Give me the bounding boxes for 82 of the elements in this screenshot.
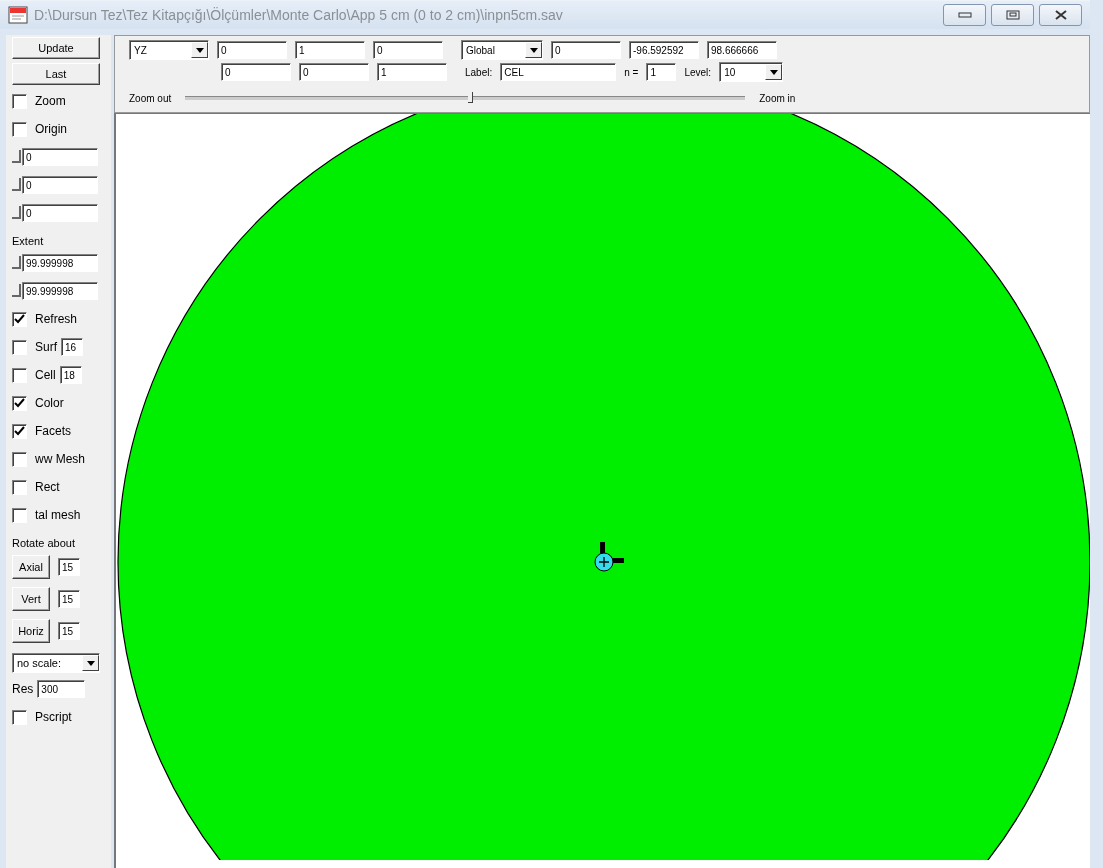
checkbox-label: Refresh [35, 312, 78, 326]
checkbox-label: Pscript [35, 710, 72, 724]
checkbox-label: Origin [35, 122, 67, 136]
input-field[interactable]: 0 [299, 63, 369, 81]
input-field[interactable]: 15 [58, 590, 80, 608]
checkmark-icon [14, 398, 25, 408]
scale-dropdown[interactable]: no scale: [12, 653, 100, 673]
checkbox-label: Color [35, 396, 64, 410]
input-field[interactable]: 99.999998 [22, 254, 98, 272]
slider-handle-icon[interactable] [12, 149, 22, 165]
input-field[interactable]: 98.666666 [707, 41, 777, 59]
rotate-button[interactable]: Horiz [12, 619, 50, 643]
checkbox[interactable] [12, 339, 27, 355]
origin-marker-icon [594, 542, 624, 572]
caret-icon [529, 47, 538, 53]
input-field[interactable]: 1 [295, 41, 365, 59]
checkbox[interactable] [12, 121, 27, 137]
input-field[interactable]: 0 [22, 204, 98, 222]
input-field[interactable]: 0 [217, 41, 287, 59]
maximize-icon [1005, 10, 1020, 20]
checkbox-label: Facets [35, 424, 71, 438]
field-label: Res [12, 682, 34, 696]
side-button[interactable]: Update [12, 37, 100, 59]
checkbox-label: Rect [35, 480, 60, 494]
rotate-button[interactable]: Vert [12, 587, 50, 611]
side-button[interactable]: Last [12, 63, 100, 85]
input-field[interactable]: 16 [61, 338, 83, 356]
frame-dropdown[interactable]: Global [461, 40, 543, 60]
input-field[interactable]: 15 [58, 558, 80, 576]
checkbox-label: tal mesh [35, 508, 81, 522]
level-dropdown[interactable]: 10 [719, 62, 784, 82]
checkmark-icon [14, 426, 25, 436]
checkbox-label: Cell [35, 368, 56, 382]
field-label: n = [624, 66, 639, 78]
maximize-button[interactable] [991, 4, 1034, 26]
input-field[interactable]: 18 [59, 366, 82, 384]
close-button[interactable] [1039, 4, 1082, 26]
field-label: Level: [684, 66, 712, 78]
window-title: D:\Dursun Tez\Tez Kitapçığı\Ölçümler\Monte Carlo\App 5 cm (0 to 2 cm)\inpn5cm.sav [34, 7, 564, 23]
caret-icon [86, 660, 95, 666]
input-field[interactable]: 1 [646, 63, 677, 81]
input-field[interactable]: 15 [58, 622, 80, 640]
input-field[interactable]: -96.592592 [629, 41, 699, 59]
input-field[interactable]: 0 [221, 63, 291, 81]
slider-handle-icon[interactable] [12, 255, 22, 271]
input-field[interactable]: 300 [37, 680, 86, 698]
checkbox-label: ww Mesh [35, 452, 85, 466]
input-field[interactable]: 0 [373, 41, 443, 59]
checkbox[interactable] [12, 451, 27, 467]
checkbox[interactable] [12, 93, 27, 109]
slider-handle-icon[interactable] [12, 283, 22, 299]
checkbox-label: Zoom [35, 94, 66, 108]
caret-icon [769, 69, 778, 75]
rotate-button[interactable]: Axial [12, 555, 50, 579]
checkbox[interactable] [12, 507, 27, 523]
input-field[interactable]: 0 [22, 176, 98, 194]
zoom-in-label: Zoom in [759, 92, 796, 104]
checkbox[interactable] [12, 709, 27, 725]
checkbox-label: Surf [35, 340, 57, 354]
section-label: Extent [12, 235, 44, 247]
field-label: Label: [465, 66, 493, 78]
input-field[interactable]: 0 [551, 41, 621, 59]
checkbox[interactable] [12, 479, 27, 495]
close-icon [1053, 10, 1068, 20]
slider-handle-icon[interactable] [12, 177, 22, 193]
document-icon [8, 6, 28, 24]
view-dropdown[interactable]: YZ [129, 40, 209, 60]
slider-handle-icon[interactable] [12, 205, 22, 221]
zoom-out-label: Zoom out [129, 92, 172, 104]
caret-icon [195, 47, 204, 53]
minimize-icon [957, 11, 972, 19]
checkmark-icon [14, 314, 25, 324]
minimize-button[interactable] [943, 4, 986, 26]
label-field[interactable]: CEL [500, 63, 617, 81]
checkbox[interactable] [12, 423, 27, 439]
checkbox[interactable] [12, 311, 27, 327]
input-field[interactable]: 99.999998 [22, 282, 98, 300]
input-field[interactable]: 1 [377, 63, 447, 81]
checkbox[interactable] [12, 395, 27, 411]
checkbox[interactable] [12, 367, 27, 383]
input-field[interactable]: 0 [22, 148, 98, 166]
section-label: Rotate about [12, 537, 75, 549]
